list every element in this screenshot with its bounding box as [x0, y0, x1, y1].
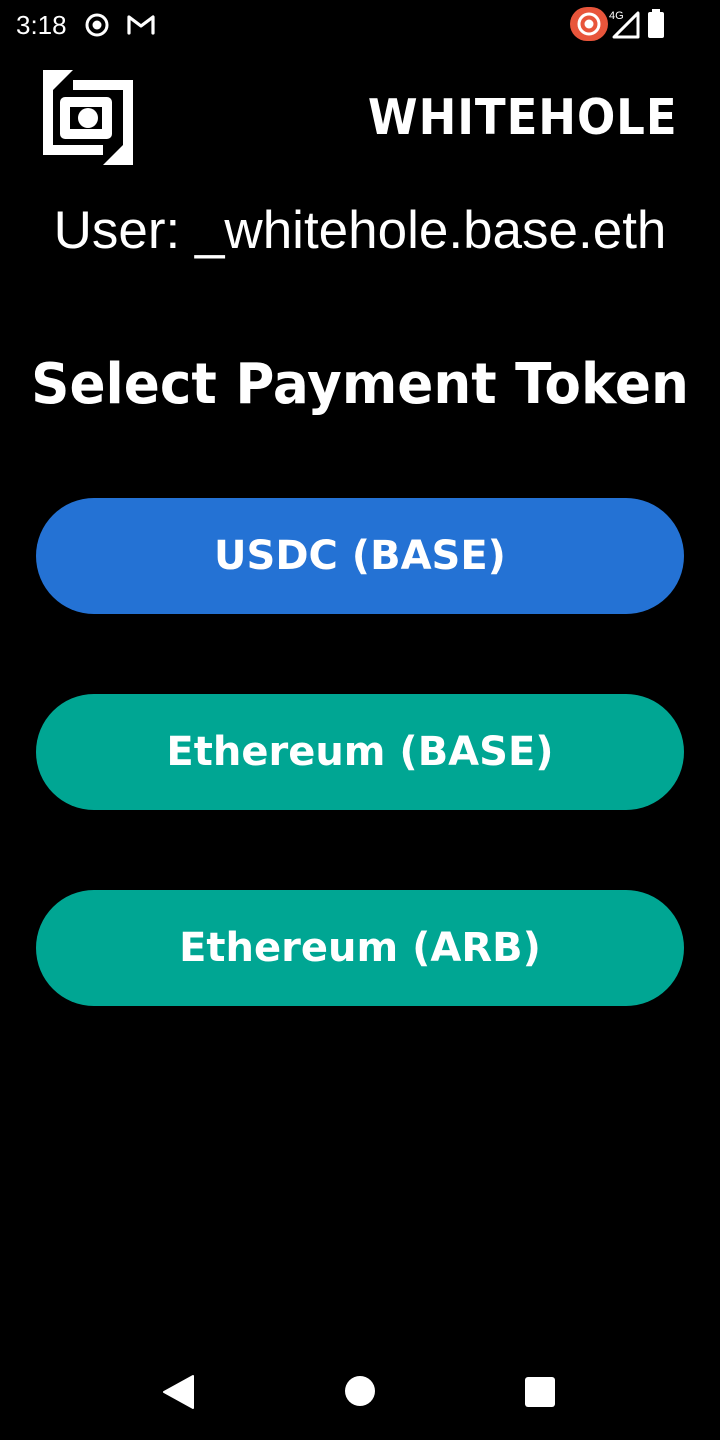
signal-icon: [612, 11, 640, 39]
ethereum-base-button[interactable]: Ethereum (BASE): [36, 694, 684, 810]
recording-icon: [570, 7, 608, 41]
gmail-icon: [127, 15, 155, 35]
page-title: Select Payment Token: [31, 352, 689, 417]
back-icon[interactable]: [160, 1372, 196, 1412]
battery-icon: [648, 9, 664, 38]
recents-icon[interactable]: [523, 1375, 557, 1409]
status-bar: 3:18 4G: [0, 0, 720, 50]
ethereum-arb-button[interactable]: Ethereum (ARB): [36, 890, 684, 1006]
user-label: User: _whitehole.base.eth: [53, 201, 667, 260]
usdc-base-button[interactable]: USDC (BASE): [36, 498, 684, 614]
status-time: 3:18: [16, 10, 67, 40]
brand-title: WHITEHOLE: [368, 89, 678, 146]
whitehole-logo-icon: [43, 70, 133, 165]
home-icon[interactable]: [343, 1374, 377, 1408]
radio-target-icon: [85, 13, 109, 37]
